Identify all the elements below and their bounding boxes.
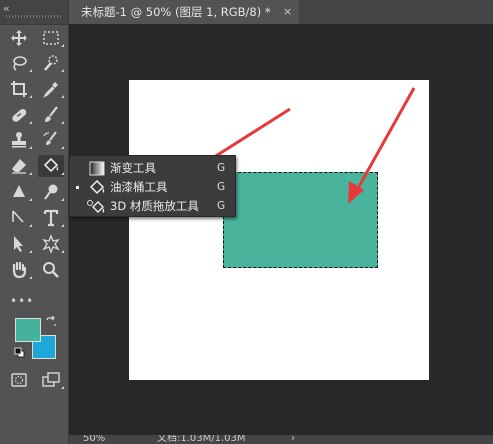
status-bar: 50% 文档:1.03M/1.03M › [69, 435, 493, 444]
gradient-icon [89, 161, 105, 176]
flyout-item-shortcut: G [217, 181, 226, 193]
paint-bucket-icon [89, 180, 105, 195]
flyout-item-label: 油漆桶工具 [110, 180, 168, 194]
flyout-item-label: 3D 材质拖放工具 [110, 199, 199, 213]
3d-material-drop-icon [87, 200, 105, 213]
paint-bucket-flyout-menu: 渐变工具 G 油漆桶工具 G 3D 材质拖放工具 G [69, 155, 236, 217]
document-info: 文档:1.03M/1.03M [157, 435, 246, 444]
flyout-item-label: 渐变工具 [110, 161, 156, 175]
flyout-item-3d-material-drop-tool[interactable]: 3D 材质拖放工具 G [70, 197, 235, 216]
flyout-item-shortcut: G [217, 200, 226, 212]
annotation-arrows [160, 87, 416, 204]
zoom-level[interactable]: 50% [83, 435, 105, 444]
flyout-item-shortcut: G [217, 162, 226, 174]
selected-bullet [76, 186, 79, 189]
arrow-to-fill-icon [348, 87, 416, 204]
foreground-color-swatch[interactable] [15, 318, 41, 342]
flyout-item-paint-bucket-tool[interactable]: 油漆桶工具 G [70, 178, 235, 197]
status-menu-button[interactable]: › [291, 435, 295, 444]
flyout-item-gradient-tool[interactable]: 渐变工具 G [70, 159, 235, 178]
